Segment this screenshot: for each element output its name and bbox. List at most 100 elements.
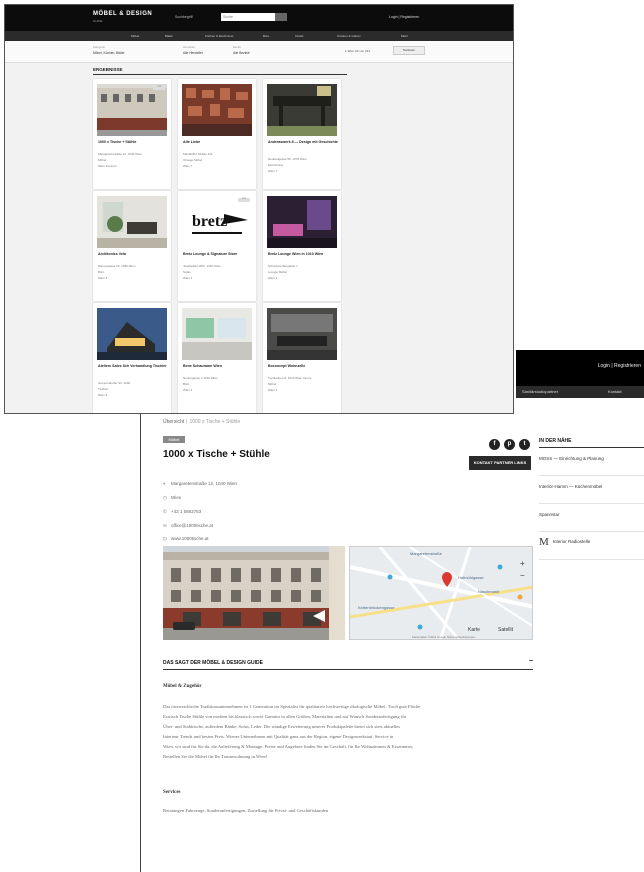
services-title: Services (163, 790, 181, 795)
result-card[interactable]: Andreaswerk 8 — Design mit Geschichte Ne… (263, 79, 341, 189)
nav-item[interactable]: Kinder (295, 34, 304, 38)
web-icon: ⊡ (163, 536, 167, 541)
card-line: Tuchlauben 8, 1010 Wien Innere (268, 376, 312, 380)
category-badge: Möbel (163, 436, 185, 443)
nearby-item[interactable]: M Interior Radiostelle (539, 532, 644, 560)
nearby-item-label[interactable]: MOSS — Einrichtung & Planung (539, 456, 604, 461)
info-website[interactable]: ⊡ www.1000tische.at (163, 536, 209, 542)
card-photo[interactable] (97, 308, 167, 360)
storefront-photo[interactable] (163, 546, 345, 640)
description-line: Interieur Trends und besten Preis. Wiene… (163, 734, 394, 739)
nearby-item-label[interactable]: Interior Radiostelle (553, 539, 591, 544)
card-title[interactable]: Architonics Vela (98, 252, 168, 257)
result-card[interactable]: Bretz Lounge Wien in 1010 Wien Schwarzen… (263, 191, 341, 301)
card-badge: TOP (238, 198, 250, 202)
nearby-item-label[interactable]: Interiör-Hamm — Küchenmöbel (539, 484, 602, 489)
card-line: Möbel (98, 158, 107, 162)
guide-section-header[interactable]: DAS SAGT DER MÖBEL & DESIGN GUIDE − (163, 658, 533, 670)
nav-item[interactable]: Möbel (131, 34, 139, 38)
description-line: Wien, wir sind für Sie da, die Anlieferu… (163, 744, 414, 749)
pinterest-icon[interactable]: p (504, 439, 515, 450)
card-line: Sofas (183, 270, 191, 274)
nav-item[interactable]: Sanitärstudiopartner (522, 389, 558, 394)
collapse-icon[interactable]: − (529, 658, 533, 665)
info-text: Margaretenstraße 12, 1040 Wien (171, 481, 238, 486)
result-card[interactable]: Ateliers Sales Sch Verhandlung Tischler … (93, 303, 171, 413)
filter-category[interactable]: Kategorie Möbel, Küchen, Bäder (93, 45, 125, 55)
svg-text:bretz: bretz (192, 213, 227, 230)
card-photo[interactable] (267, 196, 337, 248)
filter-district[interactable]: Bezirk Alle Bezirke (233, 45, 250, 55)
card-line: Neutorgasse 4 1010 Wien (183, 376, 218, 380)
card-line: Wien Zentrum (98, 164, 117, 168)
nav-item[interactable]: Büro (263, 34, 269, 38)
login-link[interactable]: Login | Registrieren (389, 15, 419, 19)
result-card[interactable]: bretz TOP Bretz Lounge & Signature Store… (178, 191, 256, 301)
nav-item[interactable]: Kontakt (608, 389, 622, 394)
breadcrumb-home[interactable]: Übersicht (163, 419, 184, 425)
card-line: Wien 3 (98, 276, 108, 280)
sort-dropdown[interactable]: Sortieren (393, 46, 425, 55)
result-card[interactable]: TOP 1000 x Tische + Stühle Margaretenstr… (93, 79, 171, 189)
map-label: Kettenbrückengasse (358, 605, 395, 610)
search-label: Suchbegriff (175, 15, 193, 19)
card-photo[interactable]: bretz (182, 196, 252, 248)
filter-manufacturer[interactable]: Hersteller Alle Hersteller (183, 45, 203, 55)
info-phone[interactable]: ✆ +43 1 5863753 (163, 509, 201, 515)
card-title[interactable]: Bene Schauraum Wien (183, 364, 253, 369)
nav-item[interactable]: Küchen & Esszimmer (205, 34, 234, 38)
site-logo[interactable]: MÖBEL & DESIGN (93, 11, 152, 17)
info-text[interactable]: www.1000tische.at (171, 536, 209, 541)
result-card[interactable]: Alte Liebe Mariahilfer Straße 114 Vintag… (178, 79, 256, 189)
info-email[interactable]: ✉ office@1000tische.at (163, 523, 213, 529)
filter-value[interactable]: Alle Hersteller (183, 51, 203, 55)
card-photo[interactable] (97, 84, 167, 136)
card-line: Einrichtung (268, 163, 284, 167)
nav-item[interactable]: Mehr (401, 34, 408, 38)
card-photo[interactable] (97, 196, 167, 248)
filter-value[interactable]: Möbel, Küchen, Bäder (93, 51, 125, 55)
card-title[interactable]: Bretz Lounge Wien in 1010 Wien (268, 252, 338, 257)
map-type-satellite[interactable]: Satellit (498, 627, 513, 633)
card-line: Vintage Möbel (183, 158, 203, 162)
nearby-item[interactable]: Interiör-Hamm — Küchenmöbel (539, 476, 644, 504)
card-title[interactable]: Bretz Lounge & Signature Store (183, 252, 253, 257)
info-text[interactable]: office@1000tische.at (171, 523, 213, 528)
nearby-item[interactable]: MOSS — Einrichtung & Planung (539, 448, 644, 476)
login-link[interactable]: Login | Registrieren (598, 363, 641, 369)
detail-topbar: Login | Registrieren (516, 350, 644, 386)
card-line: Wien 6 (98, 393, 108, 397)
nearby-item-label[interactable]: Spannstar (539, 512, 560, 517)
info-text[interactable]: +43 1 5863753 (171, 509, 201, 514)
twitter-icon[interactable]: t (519, 439, 530, 450)
card-title[interactable]: Boconcept Wohnzelle (268, 364, 338, 369)
search-button[interactable] (275, 13, 287, 21)
facebook-icon[interactable]: f (489, 439, 500, 450)
card-photo[interactable] (182, 308, 252, 360)
map-type-map[interactable]: Karte (468, 627, 480, 633)
location-map[interactable]: Margaretenstraße Kettenbrückengasse Hofm… (349, 546, 533, 640)
search-input[interactable] (221, 13, 275, 21)
card-title[interactable]: Andreaswerk 8 — Design mit Geschichte (268, 140, 338, 145)
card-title[interactable]: 1000 x Tische + Stühle (98, 140, 168, 145)
contact-button[interactable]: KONTAKT PARTNER LINKS (469, 456, 531, 470)
result-card[interactable]: Bene Schauraum Wien Neutorgasse 4 1010 W… (178, 303, 256, 413)
result-card[interactable]: Boconcept Wohnzelle Tuchlauben 8, 1010 W… (263, 303, 341, 413)
filter-value[interactable]: Alle Bezirke (233, 51, 250, 55)
result-card[interactable]: Architonics Vela Marxergasse 24, 1030 Wi… (93, 191, 171, 301)
phone-icon: ✆ (163, 509, 167, 514)
card-title[interactable]: Ateliers Sales Sch Verhandlung Tischler (98, 364, 168, 369)
nav-item[interactable]: Outdoor & Garten (337, 34, 361, 38)
nav-item[interactable]: Bäder (165, 34, 173, 38)
nearby-item[interactable]: Spannstar (539, 504, 644, 532)
card-photo[interactable] (182, 84, 252, 136)
services-line: Beratungen Fahrzeuge, Sonderanfertigunge… (163, 808, 329, 813)
card-line: Lounge Möbel (268, 270, 288, 274)
card-photo[interactable] (267, 84, 337, 136)
card-line: Wien 1 (183, 276, 193, 280)
description-line: Über- und Stahltische, außerdem Bänke, S… (163, 724, 401, 729)
card-photo[interactable] (267, 308, 337, 360)
card-title[interactable]: Alte Liebe (183, 140, 253, 145)
zoom-in-button[interactable]: + (520, 559, 525, 568)
zoom-out-button[interactable]: − (520, 571, 525, 580)
